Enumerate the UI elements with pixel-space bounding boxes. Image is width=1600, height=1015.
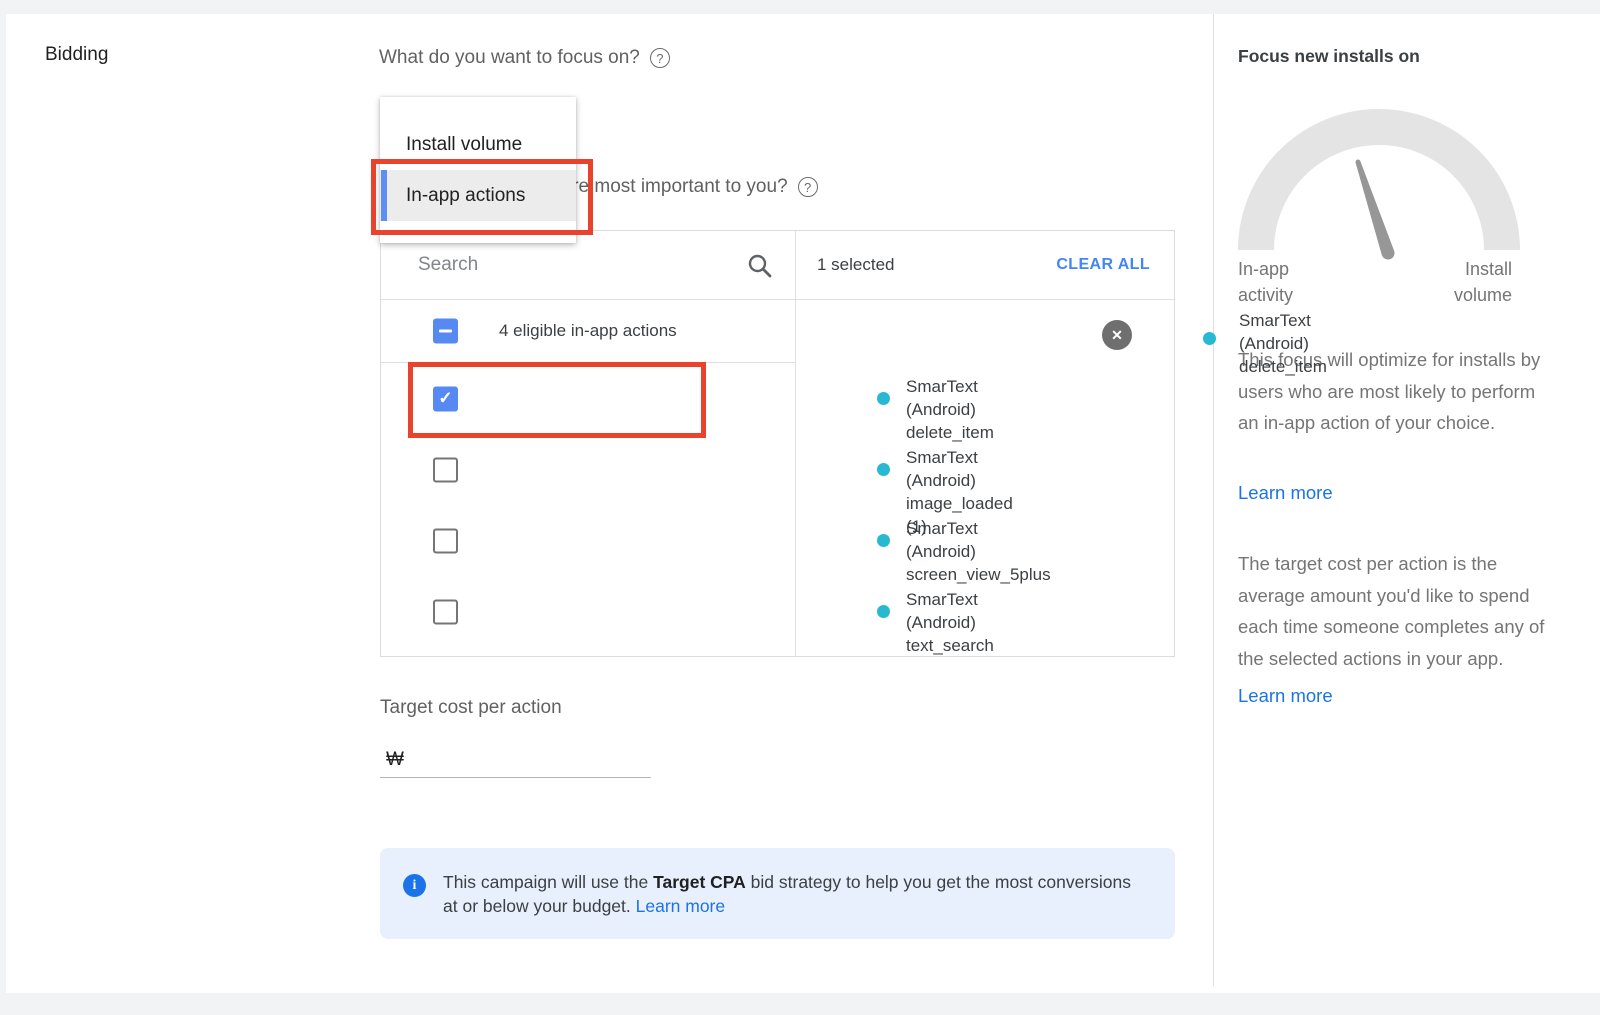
checkbox-unchecked[interactable] (433, 599, 458, 624)
selected-item: SmarText (Android) delete_item ✕ (796, 300, 1174, 375)
search-icon (746, 252, 773, 279)
sidebar-paragraph-cpa: The target cost per action is the averag… (1238, 548, 1553, 674)
option-app-name: SmarText (Android) (906, 517, 1051, 563)
checkbox-unchecked[interactable] (433, 457, 458, 482)
action-dot-icon (877, 605, 890, 618)
selected-panel-header: 1 selected CLEAR ALL (796, 231, 1174, 300)
action-option-delete-item[interactable]: ✓ SmarText (Android) delete_item (381, 363, 795, 434)
selected-option-bar (381, 170, 387, 221)
action-dot-icon (877, 392, 890, 405)
gauge-right-label: Install volume (1420, 256, 1512, 308)
checkbox-unchecked[interactable] (433, 528, 458, 553)
search-input[interactable] (418, 254, 746, 276)
banner-text: This campaign will use the Target CPA bi… (443, 871, 1133, 918)
action-option-image-loaded[interactable]: SmarText (Android) image_loaded (1) (381, 434, 795, 505)
learn-more-link[interactable]: Learn more (636, 896, 726, 916)
option-action-name: delete_item (906, 421, 994, 444)
selected-app-name: SmarText (Android) (1239, 309, 1327, 355)
learn-more-link[interactable]: Learn more (1238, 685, 1333, 707)
focus-question-row: What do you want to focus on? ? (379, 47, 670, 69)
info-icon: i (403, 874, 426, 897)
panel-divider (795, 231, 796, 656)
currency-won-symbol: ₩ (386, 749, 404, 771)
focus-dropdown-menu: Install volume In-app actions (380, 97, 576, 243)
help-icon[interactable]: ? (650, 48, 670, 68)
action-option-screen-view[interactable]: SmarText (Android) screen_view_5plus (381, 505, 795, 576)
option-action-name: screen_view_5plus (906, 563, 1051, 586)
action-option-text-search[interactable]: SmarText (Android) text_search (381, 576, 795, 647)
action-dot-icon (877, 463, 890, 476)
learn-more-link[interactable]: Learn more (1238, 482, 1333, 504)
target-cpa-input[interactable] (412, 749, 657, 771)
option-action-name: text_search (906, 634, 994, 657)
dropdown-option-in-app-actions[interactable]: In-app actions (380, 170, 576, 221)
selected-count: 1 selected (817, 255, 895, 275)
focus-question-label: What do you want to focus on? (379, 47, 640, 69)
option-app-name: SmarText (Android) (906, 588, 994, 634)
select-all-checkbox-indeterminate[interactable] (433, 319, 458, 344)
sidebar-divider (1213, 14, 1214, 986)
clear-all-button[interactable]: CLEAR ALL (1056, 256, 1150, 274)
checkbox-checked[interactable]: ✓ (433, 386, 458, 411)
section-title: Bidding (45, 44, 108, 66)
eligible-actions-group-row[interactable]: 4 eligible in-app actions (381, 300, 795, 363)
target-cpa-field[interactable]: ₩ (380, 735, 651, 778)
bid-strategy-banner: i This campaign will use the Target CPA … (380, 848, 1175, 939)
remove-selected-icon[interactable]: ✕ (1102, 320, 1132, 350)
option-app-name: SmarText (Android) (906, 446, 1013, 492)
target-cpa-label: Target cost per action (380, 697, 562, 719)
group-label: 4 eligible in-app actions (499, 321, 677, 341)
in-app-actions-picker: 1 selected CLEAR ALL 4 eligible in-app a… (380, 230, 1175, 657)
gauge-left-label: In-app activity (1238, 256, 1330, 308)
action-dot-icon (1203, 332, 1216, 345)
banner-bold: Target CPA (653, 872, 746, 892)
dropdown-option-install-volume[interactable]: Install volume (380, 119, 576, 170)
selected-action-name: delete_item (1239, 355, 1327, 378)
option-app-name: SmarText (Android) (906, 375, 994, 421)
focus-gauge-icon (1220, 90, 1540, 270)
help-icon[interactable]: ? (798, 177, 818, 197)
sidebar-heading: Focus new installs on (1238, 46, 1420, 67)
action-dot-icon (877, 534, 890, 547)
